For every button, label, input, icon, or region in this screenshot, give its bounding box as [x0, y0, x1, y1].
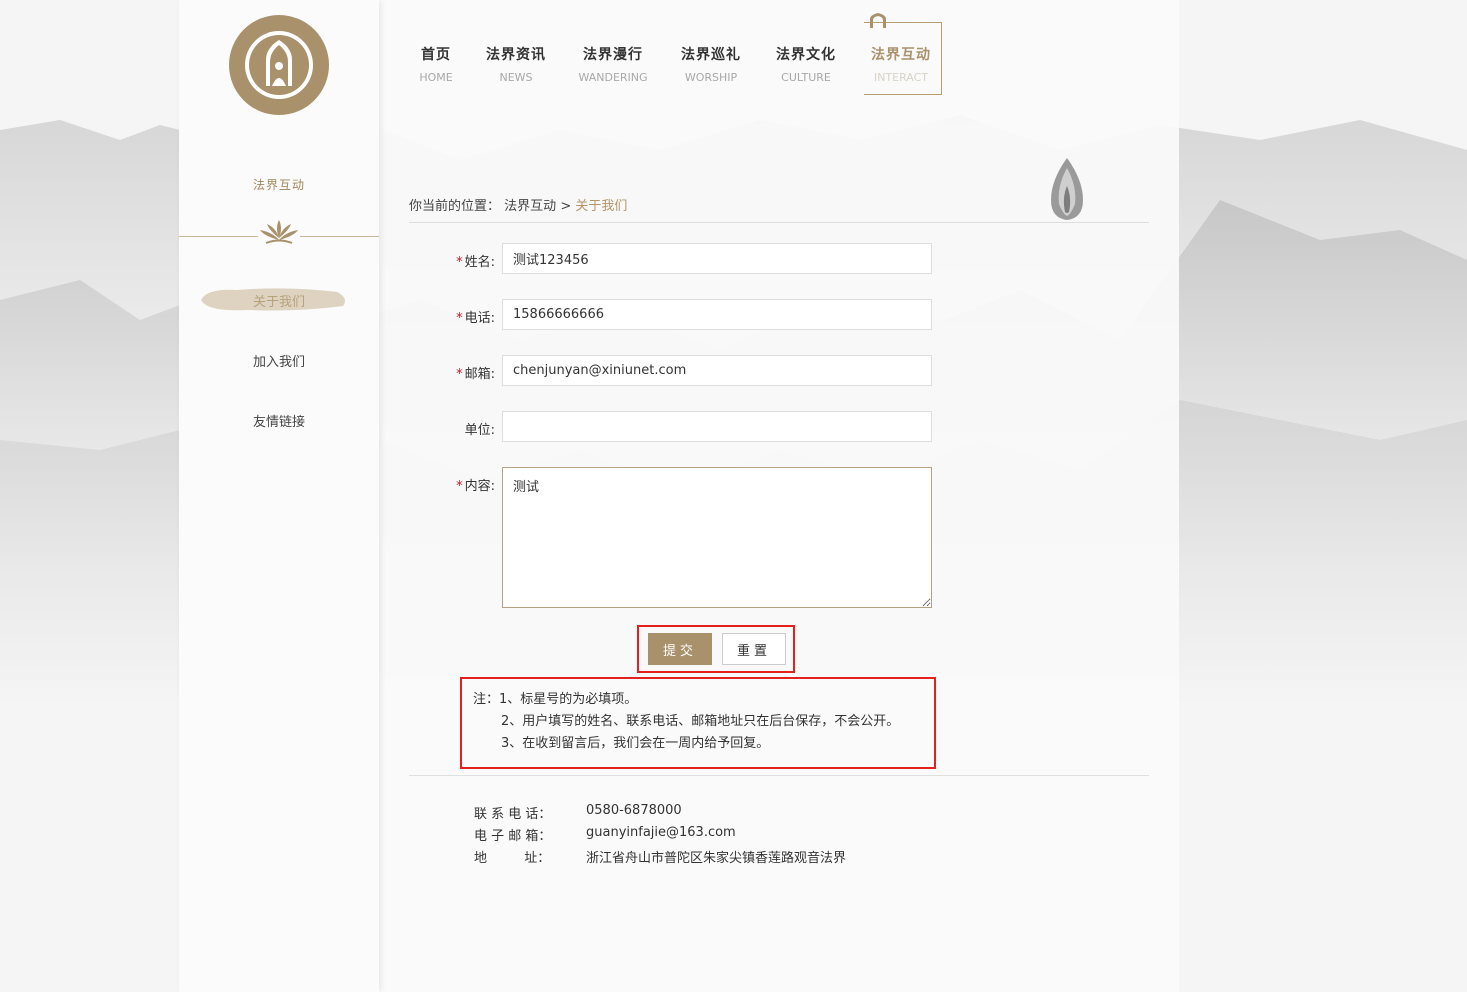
nav-label-en: HOME [419, 71, 453, 84]
phone-input[interactable] [502, 299, 932, 330]
required-mark: * [456, 311, 463, 326]
nav-item-news[interactable]: 法界资讯 NEWS [483, 44, 549, 84]
contact-address-value: 浙江省舟山市普陀区朱家尖镇香莲路观音法界 [586, 851, 847, 866]
nav-label-en: CULTURE [781, 71, 831, 84]
nav-label-en: WORSHIP [684, 71, 738, 84]
sidebar: 法界互动 关于我们 加入我们 友情链接 [179, 0, 379, 992]
name-label: * 姓名: [456, 255, 495, 270]
required-mark: * [456, 479, 463, 494]
content-label: * 内容: [456, 479, 495, 494]
required-mark: * [456, 255, 463, 270]
main-content: 首页 HOME 法界资讯 NEWS 法界漫行 WANDERING 法界巡礼 WO… [379, 0, 1179, 992]
name-input[interactable] [502, 243, 932, 274]
nav-label-cn: 法界文化 [776, 47, 836, 63]
nav-item-wandering[interactable]: 法界漫行 WANDERING [576, 44, 650, 84]
nav-label-cn: 法界互动 [871, 47, 931, 63]
footer-divider [409, 775, 1149, 776]
unit-label: 单位: [464, 423, 495, 438]
nav-label-cn: 法界巡礼 [681, 47, 741, 63]
email-input[interactable] [502, 355, 932, 386]
drop-ornament-icon [1051, 158, 1083, 220]
contact-phone-value: 0580-6878000 [586, 803, 682, 818]
logo-emblem-icon[interactable] [228, 14, 330, 116]
submit-button[interactable]: 提交 [648, 633, 712, 665]
contact-address-label: 地 址： [474, 851, 551, 866]
nav-item-culture[interactable]: 法界文化 CULTURE [773, 44, 839, 84]
breadcrumb: 你当前的位置： 法界互动 > 关于我们 [409, 195, 627, 214]
nav-label-cn: 法界漫行 [583, 47, 643, 63]
phone-label: * 电话: [456, 311, 495, 326]
breadcrumb-level1[interactable]: 法界互动 [504, 199, 556, 214]
nav-label-en: INTERACT [873, 71, 929, 84]
breadcrumb-separator: > [560, 199, 572, 214]
gate-icon [870, 13, 886, 28]
nav-label-cn: 法界资讯 [486, 47, 546, 63]
nav-item-home[interactable]: 首页 HOME [414, 44, 458, 84]
sidebar-item-about-us[interactable]: 关于我们 [179, 291, 379, 310]
breadcrumb-current: 关于我们 [575, 199, 628, 214]
required-mark: * [456, 367, 463, 382]
email-label: * 邮箱: [456, 367, 495, 382]
breadcrumb-divider [409, 222, 1149, 223]
nav-item-worship[interactable]: 法界巡礼 WORSHIP [678, 44, 744, 84]
nav-label-en: WANDERING [578, 71, 648, 84]
nav-label-en: NEWS [499, 71, 533, 84]
contact-email-label: 电 子 邮 箱： [474, 829, 552, 844]
contact-phone-label: 联 系 电 话： [474, 807, 552, 822]
note-line-3: 3、在收到留言后，我们会在一周内给予回复。 [501, 736, 770, 751]
sidebar-item-links[interactable]: 友情链接 [179, 411, 379, 430]
nav-item-interact[interactable]: 法界互动 INTERACT [867, 44, 935, 84]
content-textarea[interactable]: 测试 [502, 467, 932, 608]
unit-input[interactable] [502, 411, 932, 442]
sidebar-item-join-us[interactable]: 加入我们 [179, 351, 379, 370]
sidebar-title: 法界互动 [252, 178, 305, 192]
breadcrumb-prefix: 你当前的位置： [409, 199, 501, 214]
contact-email-value[interactable]: guanyinfajie@163.com [586, 825, 736, 840]
note-line-1: 注：1、标星号的为必填项。 [473, 692, 638, 707]
note-line-2: 2、用户填写的姓名、联系电话、邮箱地址只在后台保存，不会公开。 [501, 714, 900, 729]
nav-label-cn: 首页 [421, 47, 451, 63]
reset-button[interactable]: 重置 [722, 633, 786, 665]
lotus-icon [258, 216, 300, 248]
